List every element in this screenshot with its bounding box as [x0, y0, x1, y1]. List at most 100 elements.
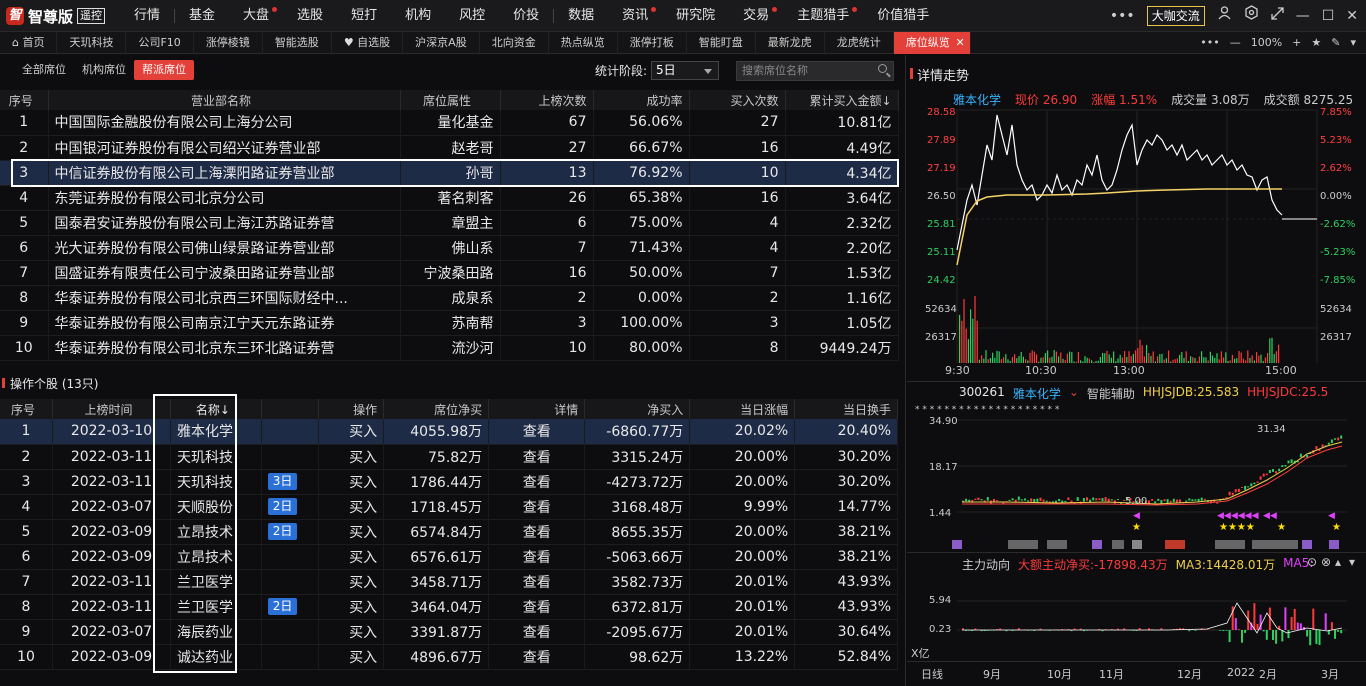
- stock-cell[interactable]: 查看: [488, 494, 586, 520]
- menu-item-0[interactable]: 行情: [120, 0, 174, 32]
- intraday-chart[interactable]: [907, 105, 1366, 383]
- shrink-icon[interactable]: [1271, 0, 1284, 32]
- menu-item-3[interactable]: 选股: [283, 0, 337, 32]
- menu-item-4[interactable]: 短打: [337, 0, 391, 32]
- stock-cell[interactable]: 立昂技术: [170, 544, 262, 570]
- tab-6[interactable]: 沪深京A股: [403, 31, 480, 54]
- seat-row[interactable]: 1 中国国际金融股份有限公司上海分公司 量化基金 67 56.06% 27 10.81亿: [0, 110, 899, 136]
- mainflow-settings-icon[interactable]: ⊙: [1307, 555, 1317, 569]
- menu-item-8[interactable]: 数据: [554, 0, 608, 32]
- exchange-button[interactable]: 大咖交流: [1146, 6, 1205, 26]
- seat-row[interactable]: 6 光大证券股份有限公司佛山绿景路证券营业部 佛山系 7 71.43% 4 2.20亿: [0, 235, 899, 261]
- more-dots-icon[interactable]: •••: [1110, 0, 1135, 32]
- mainflow-down-icon[interactable]: ▾: [1349, 555, 1355, 569]
- stock-row[interactable]: 3 2022-03-11 天玑科技 3日 买入 1786.44万 查看 -4273.72万 20…: [0, 469, 898, 495]
- pin-star-icon[interactable]: ★: [1311, 36, 1321, 49]
- menu-item-13[interactable]: 价值猎手: [863, 0, 943, 32]
- seat-col-3[interactable]: 上榜次数: [500, 90, 594, 110]
- menu-item-2[interactable]: 大盘: [229, 0, 283, 32]
- menu-item-10[interactable]: 研究院: [662, 0, 729, 32]
- stock-row[interactable]: 1 2022-03-10 雅本化学 买入 4055.98万 查看 -6860.77万 20.0…: [0, 419, 898, 445]
- seat-row[interactable]: 9 华泰证券股份有限公司南京江宁天元东路证券 苏南帮 3 100.00% 3 1.05亿: [0, 310, 899, 336]
- tab-8[interactable]: 热点纵览: [549, 31, 618, 54]
- stock-cell[interactable]: 诚达药业: [170, 644, 262, 670]
- mainflow-up-icon[interactable]: ▴: [1335, 555, 1341, 569]
- tab-11[interactable]: 最新龙虎: [756, 31, 825, 54]
- tab-2[interactable]: 公司F10: [126, 31, 194, 54]
- stock-cell[interactable]: 查看: [488, 544, 586, 570]
- app-logo[interactable]: 智 智尊版 遥控: [6, 5, 106, 27]
- tab-13[interactable]: 席位纵览 ✕: [893, 31, 971, 54]
- subtab-0[interactable]: 全部席位: [14, 60, 74, 80]
- stock-col-2[interactable]: 名称↓: [170, 399, 262, 419]
- menu-item-7[interactable]: 价投: [499, 0, 553, 32]
- tab-0[interactable]: ⌂ 首页: [0, 31, 58, 54]
- stock-col-1[interactable]: 上榜时间: [52, 399, 172, 419]
- close-icon[interactable]: ✕: [1346, 0, 1358, 32]
- seat-search-input[interactable]: 搜索席位名称: [736, 61, 894, 81]
- zoom-in-icon[interactable]: +: [1292, 36, 1301, 49]
- stock-row[interactable]: 9 2022-03-07 海辰药业 买入 3391.87万 查看 -2095.67万 20.0…: [0, 619, 898, 645]
- tab-7[interactable]: 北向资金: [480, 31, 549, 54]
- seat-row[interactable]: 10 华泰证券股份有限公司北京东三环北路证券营 流沙河 10 80.00% 8 9449.2…: [0, 335, 899, 361]
- more-tabs-icon[interactable]: •••: [1200, 36, 1219, 49]
- stock-cell[interactable]: 立昂技术: [170, 519, 262, 545]
- stock-row[interactable]: 2 2022-03-11 天玑科技 买入 75.82万 查看 3315.24万 20.00% 3…: [0, 444, 898, 470]
- seat-row[interactable]: 8 华泰证券股份有限公司北京西三环国际财经中... 成泉系 2 0.00% 2 1.16亿: [0, 285, 899, 311]
- tab-1[interactable]: 天玑科技: [57, 31, 127, 54]
- subtab-1[interactable]: 机构席位: [74, 60, 134, 80]
- tab-menu-chevron-icon[interactable]: ▾: [1350, 36, 1356, 49]
- stock-row[interactable]: 8 2022-03-11 兰卫医学 2日 买入 3464.04万 查看 6372.81万 20.…: [0, 594, 898, 620]
- stock-cell[interactable]: 查看: [488, 469, 586, 495]
- mainflow-label[interactable]: 主力动向: [962, 556, 1010, 573]
- menu-item-5[interactable]: 机构: [391, 0, 445, 32]
- menu-item-6[interactable]: 风控: [445, 0, 499, 32]
- stock-cell[interactable]: 查看: [488, 444, 586, 470]
- stock-cell[interactable]: 天顺股份: [170, 494, 262, 520]
- period-type-label[interactable]: 日线: [921, 666, 943, 682]
- tab-close-icon[interactable]: ✕: [955, 32, 964, 54]
- kline-chart[interactable]: * * * * * * * * * * * * * * * * * * * * …: [907, 400, 1366, 555]
- mainflow-chart[interactable]: [907, 573, 1366, 665]
- stock-cell[interactable]: 海辰药业: [170, 619, 262, 645]
- seat-col-1[interactable]: 营业部名称: [48, 90, 401, 110]
- tab-9[interactable]: 涨停打板: [618, 31, 687, 54]
- seat-row[interactable]: 7 国盛证券有限责任公司宁波桑田路证券营业部 宁波桑田路 16 50.00% 7 1.53亿: [0, 260, 899, 286]
- search-icon[interactable]: [878, 64, 887, 73]
- seat-col-6[interactable]: 累计买入金额↓: [785, 90, 899, 110]
- zoom-out-icon[interactable]: —: [1230, 36, 1241, 49]
- subtab-2[interactable]: 帮派席位: [134, 60, 194, 80]
- stock-cell[interactable]: 查看: [488, 594, 586, 620]
- tab-10[interactable]: 智能盯盘: [687, 31, 756, 54]
- maximize-icon[interactable]: ☐: [1322, 0, 1335, 32]
- seat-row[interactable]: 5 国泰君安证券股份有限公司上海江苏路证券营 章盟主 6 75.00% 4 2.32亿: [0, 210, 899, 236]
- seat-col-5[interactable]: 买入次数: [689, 90, 786, 110]
- stock-col-5[interactable]: 席位净买: [383, 399, 490, 419]
- menu-item-1[interactable]: 基金: [175, 0, 229, 32]
- stock-cell[interactable]: 雅本化学: [170, 419, 262, 445]
- hexagon-settings-icon[interactable]: [1244, 0, 1259, 32]
- menu-item-11[interactable]: 交易: [729, 0, 783, 32]
- seat-col-0[interactable]: 序号: [0, 90, 49, 110]
- stock-cell[interactable]: 天玑科技: [170, 469, 262, 495]
- stock-row[interactable]: 6 2022-03-09 立昂技术 买入 6576.61万 查看 -5063.66万 20.0…: [0, 544, 898, 570]
- mainflow-close-icon[interactable]: ⊗: [1321, 555, 1331, 569]
- stock-row[interactable]: 5 2022-03-09 立昂技术 2日 买入 6574.84万 查看 8655.35万 20.…: [0, 519, 898, 545]
- edit-icon[interactable]: ✎: [1331, 36, 1340, 49]
- seat-col-2[interactable]: 席位属性: [400, 90, 501, 110]
- tab-3[interactable]: 涨停棱镜: [194, 31, 263, 54]
- stock-cell[interactable]: 查看: [488, 644, 586, 670]
- seat-row[interactable]: 2 中国银河证券股份有限公司绍兴证券营业部 赵老哥 27 66.67% 16 4.49亿: [0, 135, 899, 161]
- tab-12[interactable]: 龙虎统计: [825, 31, 894, 54]
- seat-col-4[interactable]: 成功率: [593, 90, 690, 110]
- period-select[interactable]: 5日: [651, 61, 720, 80]
- stock-cell[interactable]: 查看: [488, 619, 586, 645]
- stock-col-9[interactable]: 当日换手: [794, 399, 898, 419]
- minimize-icon[interactable]: —: [1296, 0, 1310, 32]
- stock-cell[interactable]: 查看: [488, 419, 586, 445]
- stock-cell[interactable]: 兰卫医学: [170, 594, 262, 620]
- seat-row[interactable]: 3 中信证券股份有限公司上海溧阳路证券营业部 孙哥 13 76.92% 10 4.34亿: [0, 160, 899, 186]
- stock-row[interactable]: 7 2022-03-11 兰卫医学 买入 3458.71万 查看 3582.73万 20.01…: [0, 569, 898, 595]
- seat-row[interactable]: 4 东莞证券股份有限公司北京分公司 著名刺客 26 65.38% 16 3.64亿: [0, 185, 899, 211]
- stock-cell[interactable]: 兰卫医学: [170, 569, 262, 595]
